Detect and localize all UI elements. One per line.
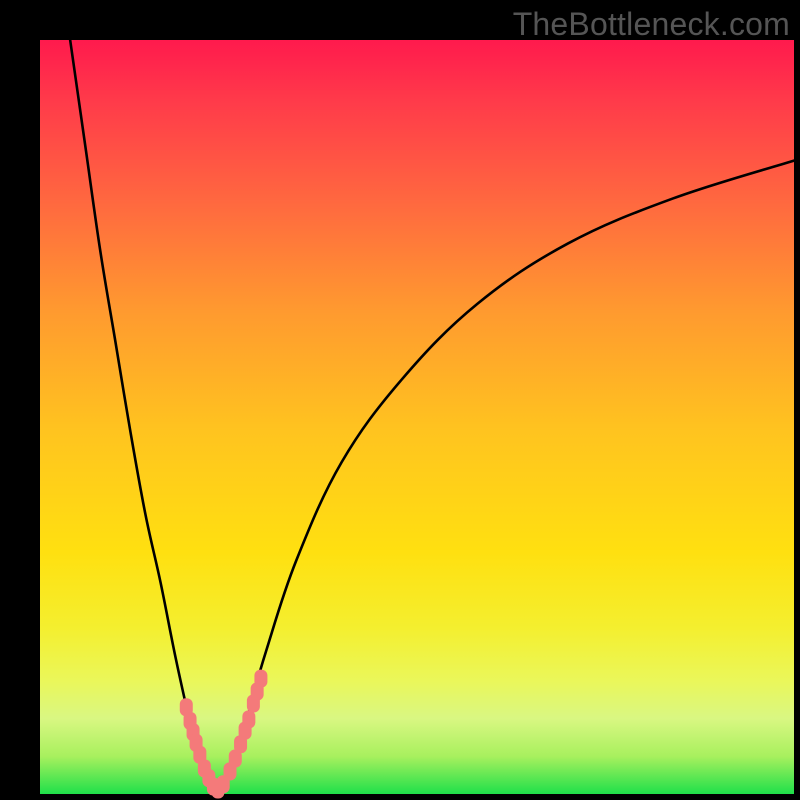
bottleneck-curve-path bbox=[70, 40, 794, 790]
plot-area bbox=[40, 40, 794, 794]
bottleneck-curve-svg bbox=[40, 40, 794, 794]
chart-frame: TheBottleneck.com bbox=[0, 0, 800, 800]
curve-markers bbox=[180, 670, 268, 799]
curve-marker bbox=[254, 670, 267, 688]
watermark-text: TheBottleneck.com bbox=[513, 6, 790, 43]
curve-marker bbox=[242, 710, 255, 728]
